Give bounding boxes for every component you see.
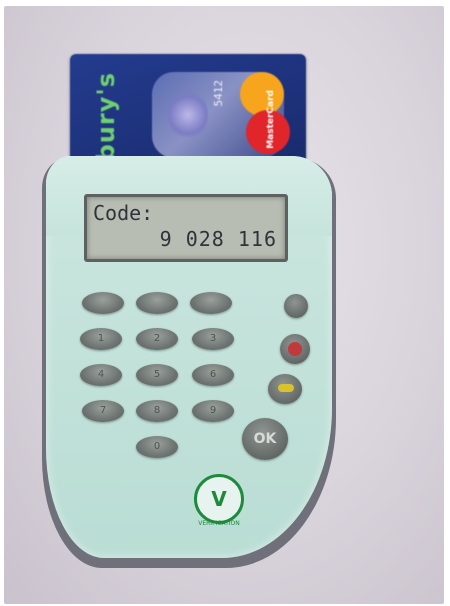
key-6[interactable]: 6 [192,364,234,386]
key-8[interactable]: 8 [136,400,178,422]
function-key-2[interactable] [136,292,178,314]
key-4[interactable]: 4 [80,364,122,386]
mastercard-yellow-circle-icon [240,72,284,116]
ok-key[interactable]: OK [242,418,288,460]
lcd-display: Code: 9 028 116 [84,194,288,262]
card-network-label: MasterCard [266,90,276,149]
key-7[interactable]: 7 [82,400,124,422]
key-2[interactable]: 2 [136,328,178,350]
hologram-bird-icon [168,88,208,142]
lcd-line-1: Code: [93,201,154,225]
reader-logo-icon: V [194,474,244,524]
card-reader: Code: 9 028 116 1 2 3 4 5 6 7 8 9 0 OK V… [46,156,332,558]
key-1[interactable]: 1 [80,328,122,350]
key-5[interactable]: 5 [136,364,178,386]
lcd-line-2: 9 028 116 [159,227,277,251]
cancel-red-icon [288,342,302,356]
reader-logo-text: VERIFICATION [198,520,240,527]
photo-frame: Sainsbury's 5412 MasterCard Code: 9 028 … [4,6,444,604]
key-3[interactable]: 3 [192,328,234,350]
function-key-3[interactable] [190,292,232,314]
cancel-key[interactable] [280,334,310,364]
function-key-1[interactable] [82,292,124,314]
key-0[interactable]: 0 [136,436,178,458]
small-round-key[interactable] [284,294,308,318]
hologram-digits: 5412 [212,80,225,107]
correction-key[interactable] [268,374,302,404]
key-9[interactable]: 9 [192,400,234,422]
correction-yellow-icon [278,384,294,392]
